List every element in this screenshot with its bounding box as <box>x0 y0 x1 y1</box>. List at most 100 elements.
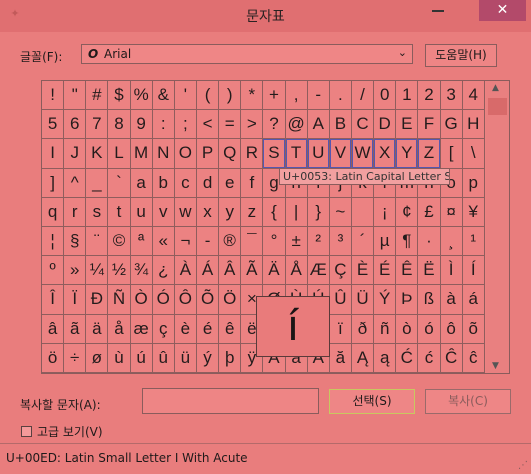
char-cell[interactable]: V <box>329 139 352 169</box>
char-cell[interactable]: W <box>351 139 375 169</box>
char-cell[interactable]: ï <box>329 314 352 344</box>
char-cell[interactable]: ö <box>42 343 65 373</box>
char-cell[interactable]: ą <box>374 343 397 373</box>
char-cell[interactable]: U <box>307 139 330 169</box>
char-cell[interactable]: 9 <box>130 110 153 140</box>
char-cell[interactable]: ă <box>329 343 352 373</box>
char-cell[interactable]: @ <box>285 110 308 140</box>
char-cell[interactable]: Ï <box>64 285 87 315</box>
char-cell[interactable]: ¹ <box>462 226 485 257</box>
char-cell[interactable]: û <box>152 343 175 373</box>
scroll-thumb[interactable] <box>488 98 507 115</box>
char-cell[interactable]: _ <box>86 168 109 198</box>
char-cell[interactable]: O <box>174 139 197 169</box>
char-cell[interactable]: Ó <box>152 285 175 315</box>
char-cell[interactable]: \ <box>462 139 485 169</box>
char-cell[interactable]: B <box>329 110 352 140</box>
char-cell[interactable]: ø <box>86 343 109 373</box>
char-cell[interactable]: µ <box>374 226 397 257</box>
char-cell[interactable]: A <box>307 110 330 140</box>
char-cell[interactable]: w <box>174 197 197 227</box>
char-cell[interactable]: ' <box>174 81 197 111</box>
char-cell[interactable]: p <box>462 168 485 198</box>
char-cell[interactable]: ¯ <box>241 226 264 257</box>
char-cell[interactable]: e <box>219 168 242 198</box>
copy-button[interactable]: 복사(C) <box>425 389 511 414</box>
char-cell[interactable]: ! <box>42 81 65 111</box>
char-cell[interactable]: ã <box>64 314 87 344</box>
char-cell[interactable]: 1 <box>396 81 419 111</box>
char-cell[interactable]: ° <box>263 226 286 257</box>
char-cell[interactable]: £ <box>418 197 441 227</box>
char-cell[interactable]: Ç <box>329 256 352 286</box>
char-cell[interactable]: à <box>440 285 463 315</box>
char-cell[interactable]: ¦ <box>42 226 65 257</box>
char-cell[interactable]: S <box>263 139 286 169</box>
char-cell[interactable]: ª <box>130 226 153 257</box>
char-cell[interactable]: ò <box>396 314 419 344</box>
char-cell[interactable]: è <box>174 314 197 344</box>
advanced-view-label[interactable]: 고급 보기(V) <box>37 423 103 440</box>
char-cell[interactable]: ç <box>152 314 175 344</box>
char-cell[interactable]: Ć <box>396 343 419 373</box>
char-cell[interactable]: . <box>329 81 352 111</box>
char-cell[interactable]: Å <box>285 256 308 286</box>
char-cell[interactable]: Á <box>196 256 220 286</box>
close-button[interactable]: ✕ <box>479 0 526 21</box>
char-cell[interactable]: z <box>241 197 264 227</box>
char-cell[interactable]: ý <box>196 343 220 373</box>
char-cell[interactable]: t <box>108 197 131 227</box>
char-cell[interactable]: Ð <box>86 285 109 315</box>
char-cell[interactable]: f <box>241 168 264 198</box>
char-cell[interactable]: & <box>152 81 175 111</box>
scroll-up-icon[interactable]: ▲ <box>492 83 499 93</box>
char-cell[interactable]: ô <box>440 314 463 344</box>
char-cell[interactable]: É <box>374 256 397 286</box>
char-cell[interactable]: ó <box>418 314 441 344</box>
char-cell[interactable]: È <box>351 256 375 286</box>
char-cell[interactable]: ³ <box>329 226 352 257</box>
char-cell[interactable]: 2 <box>418 81 441 111</box>
char-cell[interactable]: å <box>108 314 131 344</box>
char-cell[interactable]: ð <box>351 314 375 344</box>
char-cell[interactable]: á <box>462 285 485 315</box>
char-cell[interactable]: ¨ <box>86 226 109 257</box>
char-cell[interactable]: D <box>374 110 397 140</box>
char-cell[interactable]: G <box>440 110 463 140</box>
char-cell[interactable]: ] <box>42 168 65 198</box>
char-cell[interactable]: c <box>174 168 197 198</box>
char-cell[interactable]: ¥ <box>462 197 485 227</box>
char-cell[interactable]: ² <box>307 226 330 257</box>
char-cell[interactable]: L <box>108 139 131 169</box>
char-cell[interactable]: Î <box>42 285 65 315</box>
char-cell[interactable]: Í <box>462 256 485 286</box>
char-cell[interactable]: F <box>418 110 441 140</box>
char-cell[interactable]: - <box>307 81 330 111</box>
char-cell[interactable]: r <box>64 197 87 227</box>
char-cell[interactable]: 4 <box>462 81 485 111</box>
char-cell[interactable]: Ä <box>263 256 286 286</box>
char-cell[interactable]: d <box>196 168 220 198</box>
char-cell[interactable]: b <box>152 168 175 198</box>
char-cell[interactable]: ; <box>174 110 197 140</box>
char-cell[interactable]: Û <box>329 285 352 315</box>
char-cell[interactable]: R <box>241 139 264 169</box>
char-cell[interactable]: I <box>42 139 65 169</box>
char-cell[interactable]: ´ <box>351 226 375 257</box>
char-cell[interactable]: Ĉ <box>440 343 463 373</box>
char-cell[interactable]: õ <box>462 314 485 344</box>
char-cell[interactable]: Y <box>396 139 419 169</box>
char-cell[interactable]: ¸ <box>440 226 463 257</box>
char-cell[interactable]: 5 <box>42 110 65 140</box>
char-cell[interactable]: Þ <box>396 285 419 315</box>
char-cell[interactable]: 8 <box>108 110 131 140</box>
char-cell[interactable]: = <box>219 110 242 140</box>
copy-characters-input[interactable] <box>142 388 319 414</box>
char-cell[interactable]: ¿ <box>152 256 175 286</box>
char-cell[interactable]: ê <box>219 314 242 344</box>
char-cell[interactable]: º <box>42 256 65 286</box>
char-cell[interactable]: Ë <box>418 256 441 286</box>
char-cell[interactable]: é <box>196 314 220 344</box>
char-cell[interactable]: ~ <box>329 197 352 227</box>
char-cell[interactable]: ÷ <box>64 343 87 373</box>
